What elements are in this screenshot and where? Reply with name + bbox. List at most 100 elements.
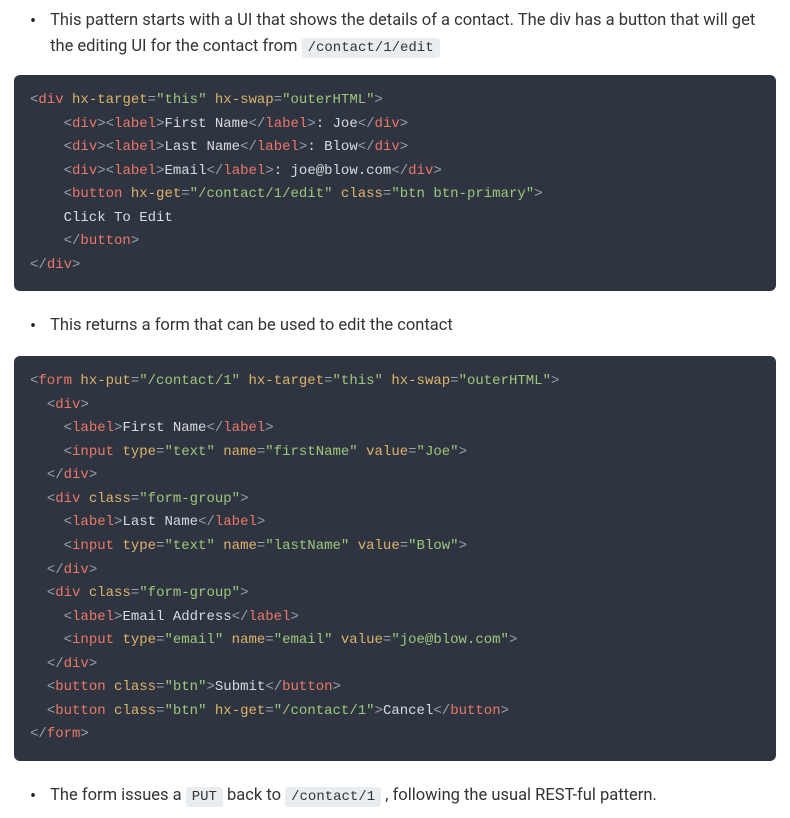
tag-form-close: form: [47, 726, 81, 742]
attr-type: type: [122, 632, 156, 648]
bullet-3-code-put: PUT: [186, 787, 223, 807]
bullet-dot-icon: •: [30, 8, 36, 35]
tag-div: div: [55, 491, 80, 507]
val-contact-1: "/contact/1": [139, 373, 240, 389]
val-contact-1-get: "/contact/1": [274, 703, 375, 719]
tag-label: label: [114, 139, 156, 155]
text-last-name: Last Name: [122, 514, 198, 530]
val-form-group: "form-group": [139, 585, 240, 601]
val-btn-primary: "btn btn-primary": [391, 186, 534, 202]
val-joe: "Joe": [417, 444, 459, 460]
tag-div: div: [72, 139, 97, 155]
tag-label: label: [114, 116, 156, 132]
tag-input: input: [72, 538, 114, 554]
tag-div-close: div: [64, 562, 89, 578]
bullet-text-1: This pattern starts with a UI that shows…: [50, 8, 772, 59]
tag-button: button: [55, 703, 105, 719]
val-firstname: "firstName": [265, 444, 357, 460]
attr-value: value: [366, 444, 408, 460]
tag-input: input: [72, 444, 114, 460]
attr-class: class: [114, 679, 156, 695]
tag-label: label: [72, 514, 114, 530]
bullet-text-3: The form issues a PUT back to /contact/1…: [50, 783, 657, 809]
tag-div: div: [72, 163, 97, 179]
val-text: "text": [164, 538, 214, 554]
text-email-val: : joe@blow.com: [274, 163, 392, 179]
val-btn: "btn": [164, 703, 206, 719]
attr-type: type: [122, 444, 156, 460]
text-email-address: Email Address: [122, 609, 231, 625]
attr-name: name: [223, 444, 257, 460]
text-joe: : Joe: [316, 116, 358, 132]
tag-div: div: [38, 92, 63, 108]
tag-label-close: label: [215, 514, 257, 530]
bullet-1-inline-code: /contact/1/edit: [302, 38, 440, 58]
val-email: "email": [164, 632, 223, 648]
bullet-item-1: • This pattern starts with a UI that sho…: [0, 0, 790, 67]
attr-hx-get: hx-get: [215, 703, 265, 719]
tag-div: div: [72, 116, 97, 132]
tag-div-close: div: [64, 467, 89, 483]
tag-div: div: [55, 585, 80, 601]
val-outerhtml: "outerHTML": [282, 92, 374, 108]
text-submit: Submit: [215, 679, 265, 695]
tag-input: input: [72, 632, 114, 648]
text-last-name: Last Name: [164, 139, 240, 155]
tag-div-close: div: [64, 656, 89, 672]
bullet-3-code-path: /contact/1: [285, 787, 381, 807]
tag-label-close: label: [223, 420, 265, 436]
val-this: "this": [156, 92, 206, 108]
tag-div: div: [55, 397, 80, 413]
bullet-3-pre: The form issues a: [50, 786, 186, 805]
attr-hx-get: hx-get: [131, 186, 181, 202]
attr-class: class: [89, 491, 131, 507]
code-block-1: <div hx-target="this" hx-swap="outerHTML…: [14, 75, 776, 291]
text-cancel: Cancel: [383, 703, 433, 719]
bullet-item-3: • The form issues a PUT back to /contact…: [0, 775, 790, 818]
tag-button-close: button: [282, 679, 332, 695]
val-this: "this": [333, 373, 383, 389]
attr-class: class: [341, 186, 383, 202]
text-click-to-edit: Click To Edit: [30, 210, 173, 226]
attr-name: name: [223, 538, 257, 554]
tag-button-close: button: [450, 703, 500, 719]
val-email-val: "joe@blow.com": [391, 632, 509, 648]
val-contact-edit: "/contact/1/edit": [190, 186, 333, 202]
tag-div-close: div: [375, 116, 400, 132]
tag-div-close: div: [375, 139, 400, 155]
attr-class: class: [89, 585, 131, 601]
tag-form: form: [38, 373, 72, 389]
attr-hx-target: hx-target: [248, 373, 324, 389]
tag-div-close: div: [47, 257, 72, 273]
val-text: "text": [164, 444, 214, 460]
text-first-name: First Name: [164, 116, 248, 132]
tag-button: button: [55, 679, 105, 695]
tag-label-close: label: [265, 116, 307, 132]
val-form-group: "form-group": [139, 491, 240, 507]
attr-class: class: [114, 703, 156, 719]
tag-label-close: label: [257, 139, 299, 155]
tag-label-close: label: [223, 163, 265, 179]
val-lastname: "lastName": [265, 538, 349, 554]
attr-value: value: [358, 538, 400, 554]
attr-value: value: [341, 632, 383, 648]
bullet-text-2: This returns a form that can be used to …: [50, 313, 453, 339]
tag-div-close: div: [408, 163, 433, 179]
attr-hx-swap: hx-swap: [215, 92, 274, 108]
code-block-2: <form hx-put="/contact/1" hx-target="thi…: [14, 356, 776, 760]
attr-hx-put: hx-put: [80, 373, 130, 389]
tag-label-close: label: [248, 609, 290, 625]
attr-hx-swap: hx-swap: [391, 373, 450, 389]
bullet-3-mid: back to: [223, 786, 285, 805]
tag-label: label: [114, 163, 156, 179]
val-blow: "Blow": [408, 538, 458, 554]
bullet-item-2: • This returns a form that can be used t…: [0, 305, 790, 348]
text-blow: : Blow: [307, 139, 357, 155]
attr-type: type: [122, 538, 156, 554]
attr-name: name: [232, 632, 266, 648]
val-outerhtml: "outerHTML": [459, 373, 551, 389]
text-email: Email: [164, 163, 206, 179]
bullet-dot-icon: •: [30, 313, 36, 340]
bullet-3-post: , following the usual REST-ful pattern.: [381, 786, 657, 805]
val-btn: "btn": [164, 679, 206, 695]
